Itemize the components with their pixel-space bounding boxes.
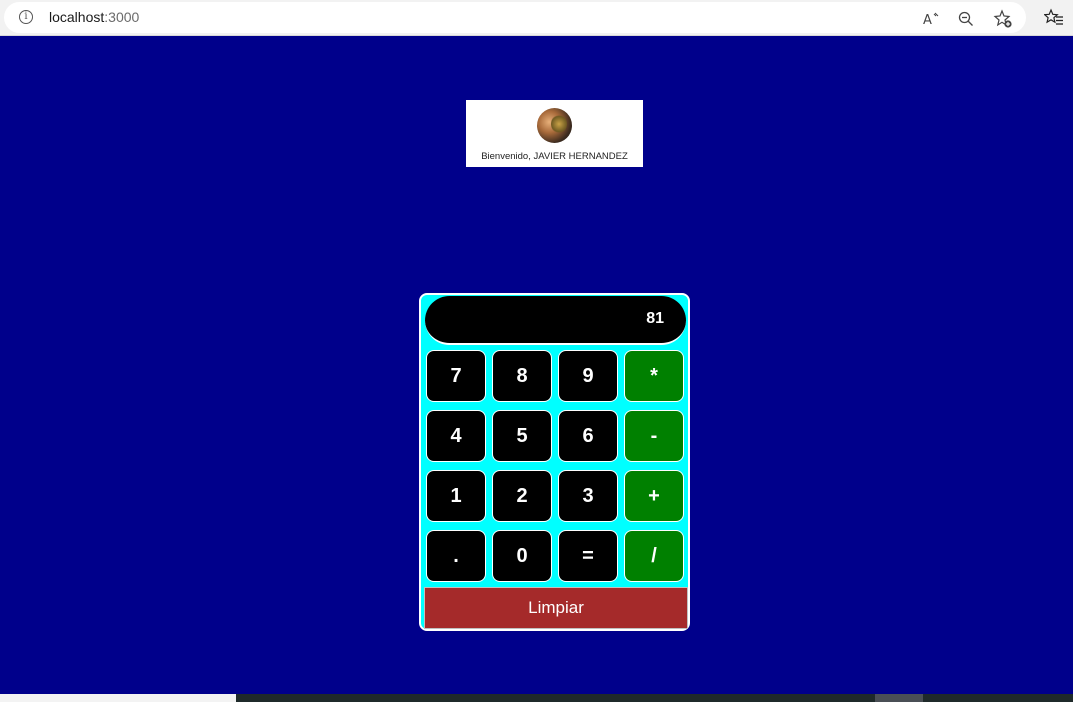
browser-toolbar: i localhost:3000 A [0, 0, 1073, 36]
url-host: localhost [49, 9, 105, 25]
svg-text:A: A [923, 13, 932, 28]
display-value: 81 [646, 310, 664, 327]
avatar [537, 108, 572, 143]
calculator-display: 81 [425, 296, 686, 345]
key-9[interactable]: 9 [558, 350, 618, 402]
url-port: :3000 [104, 9, 140, 25]
add-favorite-icon[interactable] [992, 8, 1014, 30]
read-aloud-icon[interactable]: A [920, 8, 942, 30]
key-1[interactable]: 1 [426, 470, 486, 522]
address-bar[interactable]: i localhost:3000 A [4, 2, 1026, 33]
url-text[interactable]: localhost:3000 [49, 9, 139, 25]
key-0[interactable]: 0 [492, 530, 552, 582]
key-4[interactable]: 4 [426, 410, 486, 462]
info-icon[interactable]: i [19, 10, 33, 24]
key-5[interactable]: 5 [492, 410, 552, 462]
clear-button[interactable]: Limpiar [424, 587, 688, 629]
key-subtract[interactable]: - [624, 410, 684, 462]
favorites-icon[interactable] [1043, 7, 1065, 29]
key-7[interactable]: 7 [426, 350, 486, 402]
key-divide[interactable]: / [624, 530, 684, 582]
key-6[interactable]: 6 [558, 410, 618, 462]
key-multiply[interactable]: * [624, 350, 684, 402]
zoom-out-icon[interactable] [955, 8, 977, 30]
key-decimal[interactable]: . [426, 530, 486, 582]
key-3[interactable]: 3 [558, 470, 618, 522]
profile-card: Bienvenido, JAVIER HERNANDEZ [466, 100, 643, 167]
key-2[interactable]: 2 [492, 470, 552, 522]
welcome-text: Bienvenido, JAVIER HERNANDEZ [481, 151, 628, 162]
taskbar [0, 694, 1073, 702]
key-8[interactable]: 8 [492, 350, 552, 402]
key-equals[interactable]: = [558, 530, 618, 582]
taskbar-left-region [0, 694, 236, 702]
key-add[interactable]: + [624, 470, 684, 522]
calculator: 81 7 8 9 * 4 5 6 - 1 2 3 + . 0 = / Limpi… [419, 293, 690, 631]
taskbar-item[interactable] [875, 694, 923, 702]
